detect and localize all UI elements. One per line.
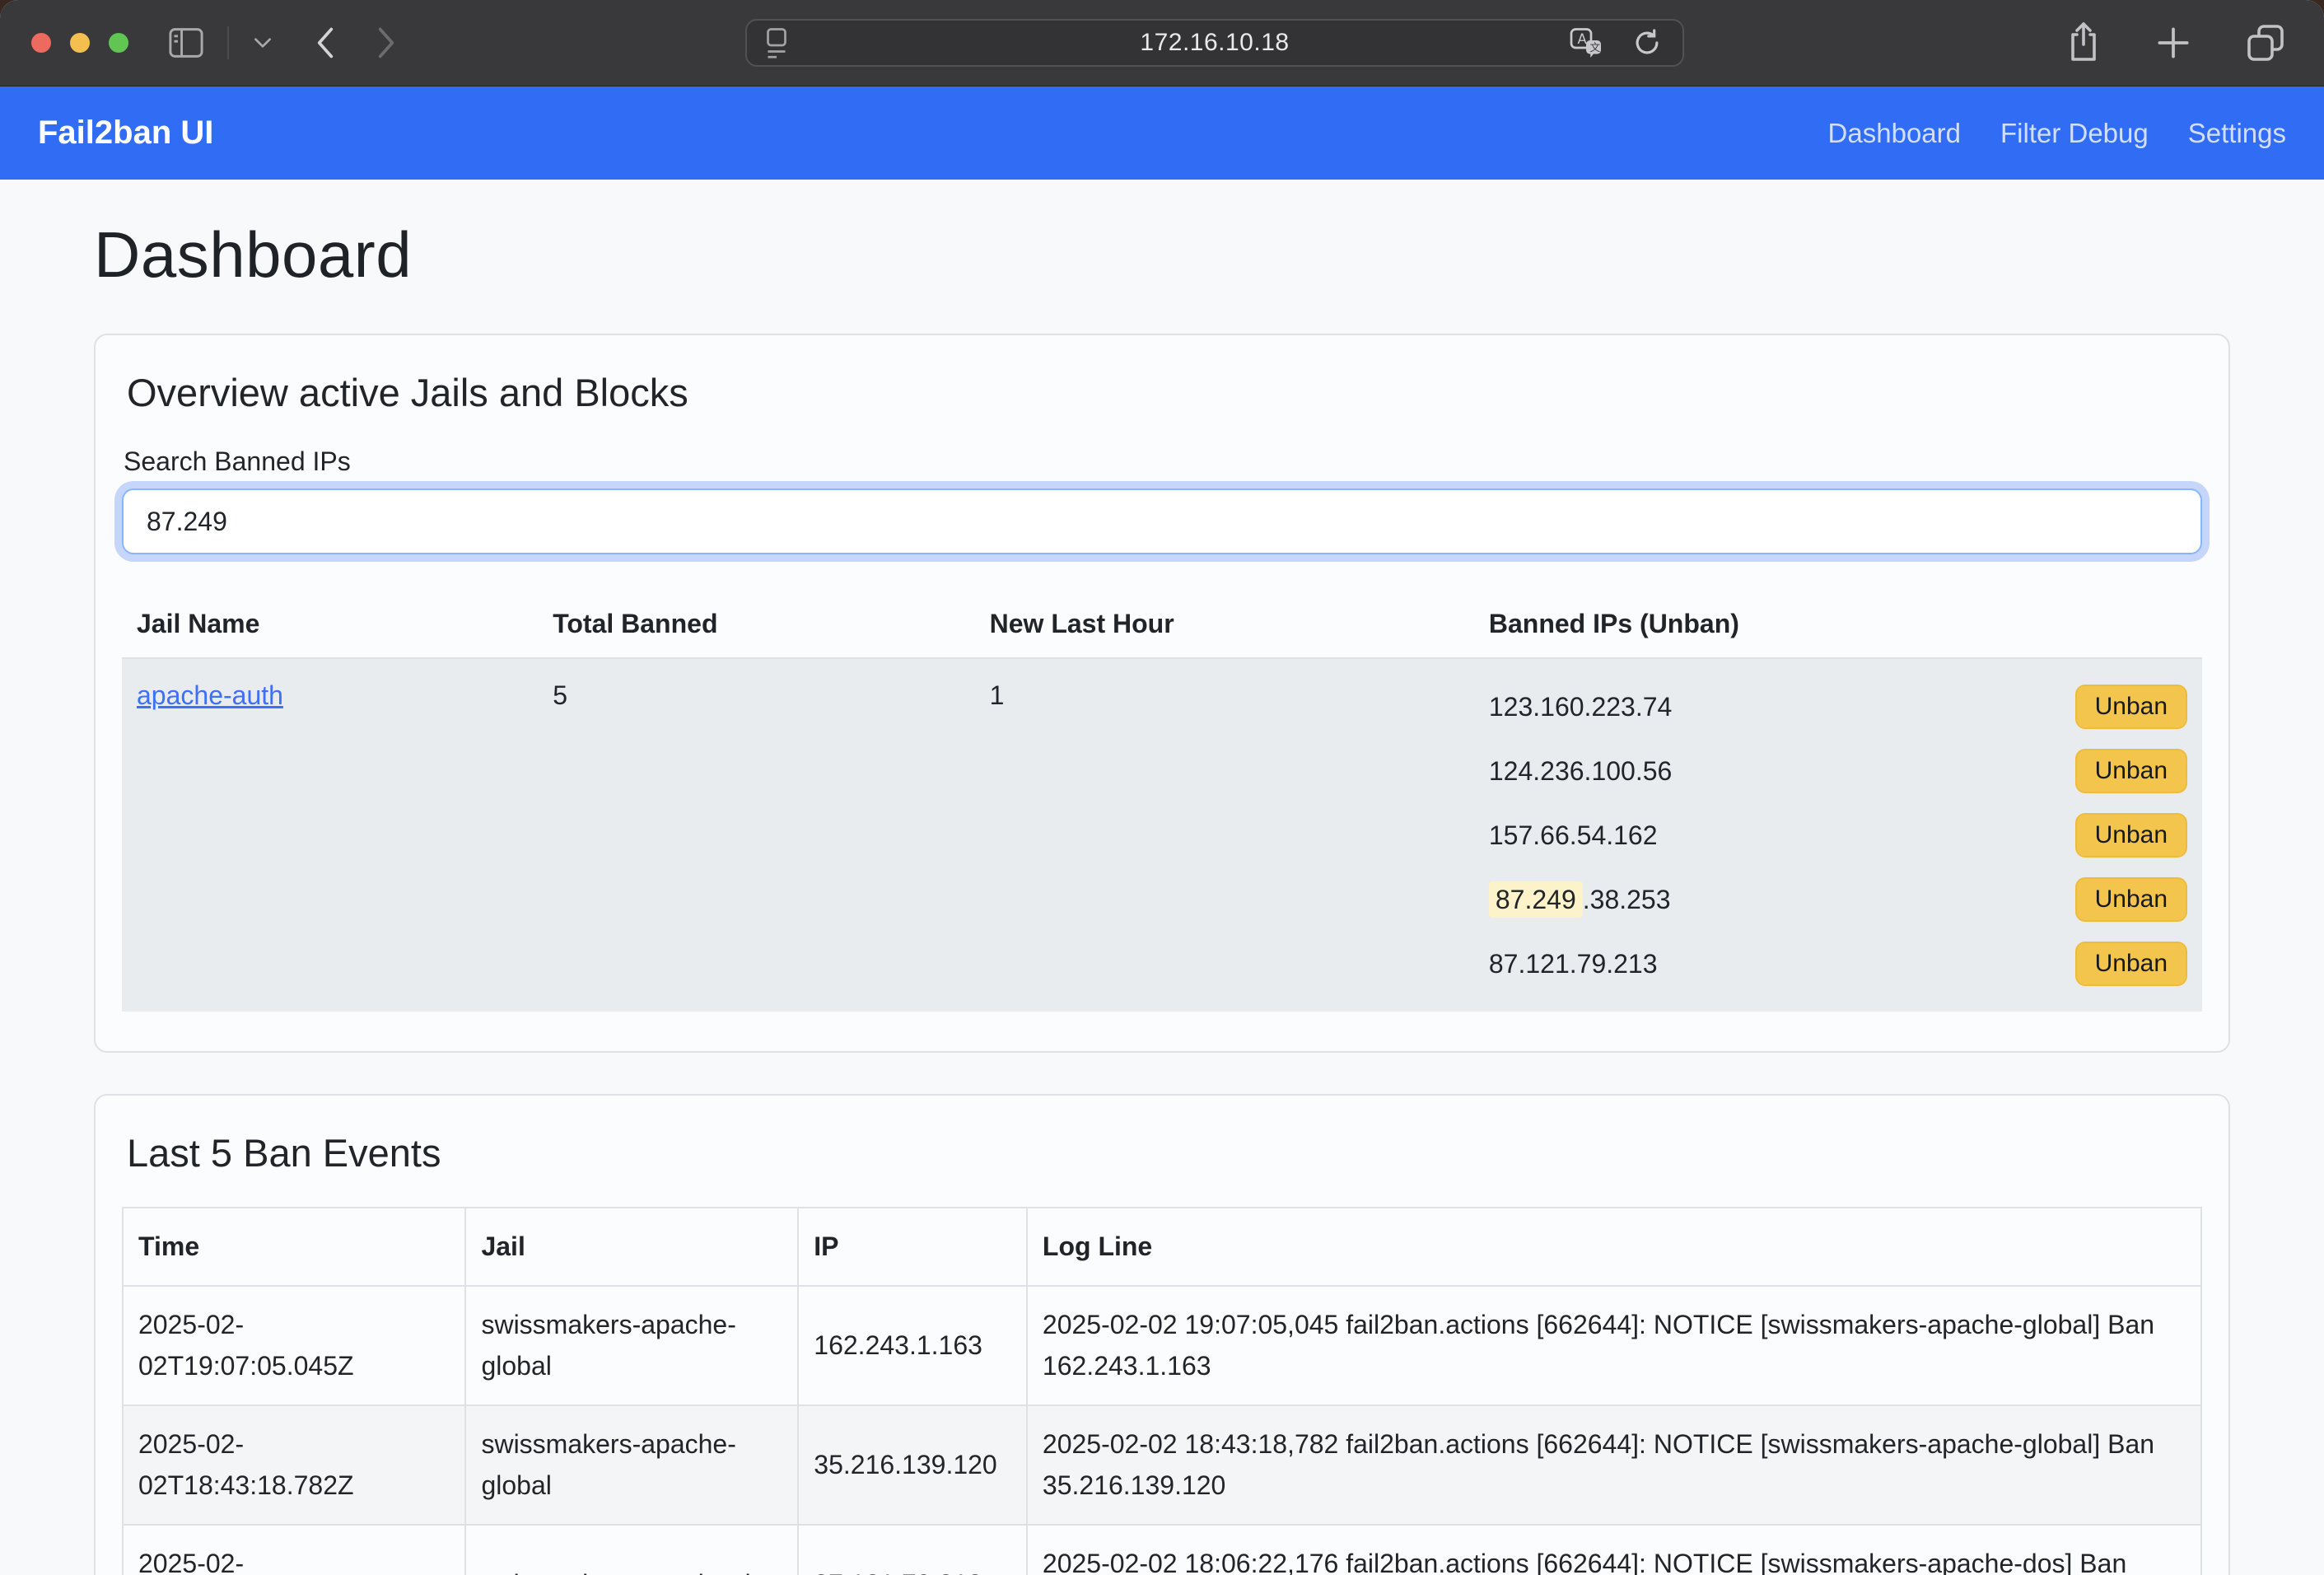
header-jail: Jail (465, 1208, 798, 1286)
search-match-highlight: 87.249 (1489, 881, 1583, 918)
chrome-divider (227, 26, 229, 59)
event-row: 2025-02-02T18:06:22.176Z swissmakers-apa… (123, 1525, 2201, 1575)
share-icon (2064, 20, 2103, 66)
browser-chrome: 172.16.10.18 A 文 (0, 0, 2324, 86)
chevron-down-icon (252, 35, 273, 50)
browser-window: 172.16.10.18 A 文 (0, 0, 2324, 1575)
event-log: 2025-02-02 18:43:18,782 fail2ban.actions… (1027, 1405, 2201, 1525)
event-jail: swissmakers-apache-global (465, 1405, 798, 1525)
jail-name-link[interactable]: apache-auth (137, 680, 283, 710)
event-log: 2025-02-02 19:07:05,045 fail2ban.actions… (1027, 1286, 2201, 1405)
page-title: Dashboard (94, 217, 2230, 292)
svg-text:A: A (1578, 31, 1588, 47)
event-ip: 87.121.79.213 (798, 1525, 1027, 1575)
event-row: 2025-02-02T19:07:05.045Z swissmakers-apa… (123, 1286, 2201, 1405)
event-time: 2025-02-02T19:07:05.045Z (123, 1286, 465, 1405)
nav-link-filter-debug[interactable]: Filter Debug (2000, 118, 2149, 149)
address-bar[interactable]: 172.16.10.18 A 文 (745, 19, 1684, 67)
events-table-header-row: Time Jail IP Log Line (123, 1208, 2201, 1286)
event-row: 2025-02-02T18:43:18.782Z swissmakers-apa… (123, 1405, 2201, 1525)
unban-button[interactable]: Unban (2075, 685, 2187, 729)
banned-ip: 87.121.79.213 (1489, 949, 1658, 979)
jails-table: Jail Name Total Banned New Last Hour Ban… (122, 591, 2202, 1012)
zoom-window-button[interactable] (109, 33, 128, 53)
jail-row: apache-auth 5 1 123.160.223.74 Unban 124… (122, 658, 2202, 1012)
event-jail: swissmakers-apache-global (465, 1286, 798, 1405)
forward-icon (374, 25, 399, 61)
header-log-line: Log Line (1027, 1208, 2201, 1286)
banned-ip-row: 87.121.79.213 Unban (1489, 937, 2187, 990)
search-banned-ips-label: Search Banned IPs (124, 446, 2202, 477)
events-table: Time Jail IP Log Line 2025-02-02T19:07:0… (122, 1207, 2202, 1575)
close-window-button[interactable] (31, 33, 51, 53)
overview-card: Overview active Jails and Blocks Search … (94, 334, 2230, 1053)
new-last-hour-value: 1 (975, 658, 1474, 1012)
event-time: 2025-02-02T18:43:18.782Z (123, 1405, 465, 1525)
new-tab-button[interactable] (2148, 17, 2199, 68)
reload-icon (1631, 26, 1663, 59)
header-banned-ips: Banned IPs (Unban) (1474, 591, 2202, 658)
back-button[interactable] (308, 20, 343, 66)
traffic-lights (31, 33, 128, 53)
minimize-window-button[interactable] (70, 33, 90, 53)
nav-link-dashboard[interactable]: Dashboard (1828, 118, 1961, 149)
unban-button[interactable]: Unban (2075, 877, 2187, 922)
banned-ip-row: 87.249.38.253 Unban (1489, 873, 2187, 926)
banned-ip-row: 124.236.100.56 Unban (1489, 745, 2187, 797)
events-table-body: 2025-02-02T19:07:05.045Z swissmakers-apa… (123, 1286, 2201, 1575)
events-card-title: Last 5 Ban Events (127, 1130, 2202, 1175)
translate-button[interactable]: A 文 (1564, 21, 1608, 64)
jails-table-header-row: Jail Name Total Banned New Last Hour Ban… (122, 591, 2202, 658)
tab-group-dropdown-button[interactable] (247, 30, 278, 55)
url-text[interactable]: 172.16.10.18 (747, 29, 1682, 57)
share-button[interactable] (2059, 15, 2108, 71)
banned-ip-row: 123.160.223.74 Unban (1489, 680, 2187, 733)
event-jail: swissmakers-apache-dos (465, 1525, 798, 1575)
banned-ip: 123.160.223.74 (1489, 692, 1672, 722)
header-time: Time (123, 1208, 465, 1286)
sidebar-toggle-button[interactable] (163, 21, 209, 64)
tabs-overview-button[interactable] (2238, 16, 2293, 69)
page-content: Dashboard Overview active Jails and Bloc… (0, 217, 2324, 1575)
brand-link[interactable]: Fail2ban UI (38, 115, 213, 152)
nav-links: Dashboard Filter Debug Settings (1828, 118, 2286, 149)
banned-ip-list: 123.160.223.74 Unban 124.236.100.56 Unba… (1489, 680, 2187, 990)
header-jail-name: Jail Name (122, 591, 538, 658)
back-icon (313, 25, 338, 61)
overview-card-title: Overview active Jails and Blocks (127, 370, 2202, 415)
header-total-banned: Total Banned (538, 591, 974, 658)
nav-link-settings[interactable]: Settings (2188, 118, 2286, 149)
unban-button[interactable]: Unban (2075, 749, 2187, 793)
banned-ip: 87.249.38.253 (1489, 885, 1671, 915)
event-log: 2025-02-02 18:06:22,176 fail2ban.actions… (1027, 1525, 2201, 1575)
tabs-overview-icon (2243, 21, 2288, 64)
banned-ip-row: 157.66.54.162 Unban (1489, 809, 2187, 862)
forward-button[interactable] (369, 20, 404, 66)
new-tab-icon (2153, 22, 2194, 63)
sidebar-toggle-icon (168, 26, 204, 59)
search-banned-ips-input[interactable] (122, 488, 2202, 554)
total-banned-value: 5 (538, 658, 974, 1012)
reload-button[interactable] (1626, 21, 1668, 64)
events-card: Last 5 Ban Events Time Jail IP Log Line … (94, 1094, 2230, 1575)
unban-button[interactable]: Unban (2075, 813, 2187, 858)
unban-button[interactable]: Unban (2075, 942, 2187, 986)
event-ip: 35.216.139.120 (798, 1405, 1027, 1525)
translate-icon: A 文 (1569, 26, 1603, 59)
svg-text:文: 文 (1590, 42, 1601, 54)
header-ip: IP (798, 1208, 1027, 1286)
banned-ip: 124.236.100.56 (1489, 756, 1672, 787)
banned-ip: 157.66.54.162 (1489, 820, 1658, 851)
header-new-last-hour: New Last Hour (975, 591, 1474, 658)
app-navbar: Fail2ban UI Dashboard Filter Debug Setti… (0, 86, 2324, 180)
event-time: 2025-02-02T18:06:22.176Z (123, 1525, 465, 1575)
event-ip: 162.243.1.163 (798, 1286, 1027, 1405)
